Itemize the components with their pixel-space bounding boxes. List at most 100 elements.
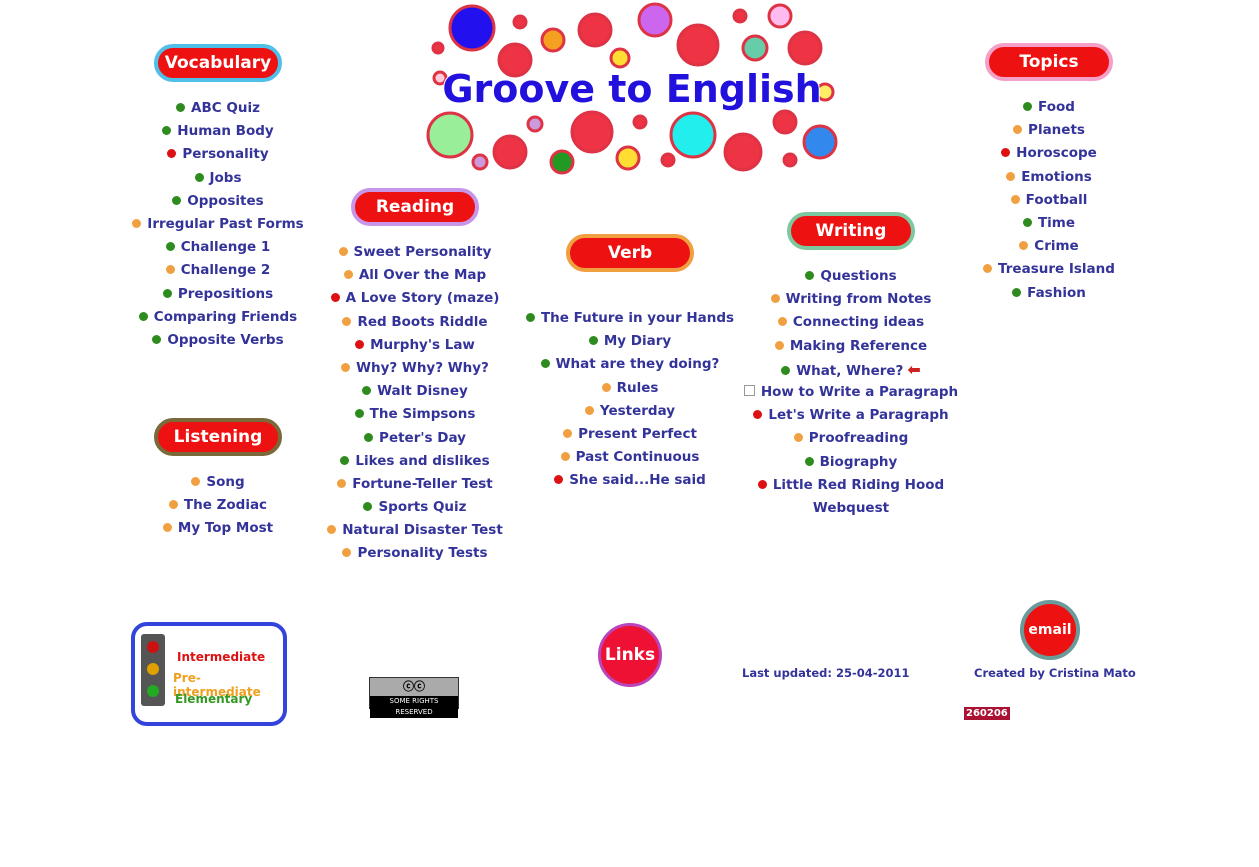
reading-button[interactable]: Reading <box>351 188 479 226</box>
level-dot-icon <box>342 548 352 558</box>
level-dot-icon <box>162 288 172 298</box>
list-item[interactable]: My Top Most <box>98 517 338 540</box>
list-item[interactable]: Rules <box>510 377 750 400</box>
list-item[interactable]: Present Perfect <box>510 423 750 446</box>
list-item[interactable]: Fashion <box>929 282 1169 305</box>
item-label: Fashion <box>1027 284 1086 301</box>
item-label: Crime <box>1034 238 1079 255</box>
list-item[interactable]: The Future in your Hands <box>510 307 750 330</box>
level-dot-icon <box>364 432 374 442</box>
item-label: Natural Disaster Test <box>342 522 503 539</box>
item-label: Challenge 2 <box>180 262 271 279</box>
item-label: Irregular Past Forms <box>147 215 304 232</box>
item-label: Jobs <box>209 169 242 186</box>
vocabulary-button[interactable]: Vocabulary <box>154 44 282 82</box>
item-label: Prepositions <box>177 285 274 302</box>
item-label: Yesterday <box>599 402 676 419</box>
level-dot-icon <box>138 311 148 321</box>
list-item[interactable]: Personality Tests <box>295 542 535 565</box>
level-dot-icon <box>342 316 352 326</box>
item-label: Present Perfect <box>578 425 697 442</box>
traffic-light-icon <box>141 634 165 706</box>
level-dot-icon <box>588 336 598 346</box>
item-label: Food <box>1038 99 1075 115</box>
level-dot-icon <box>1010 194 1020 204</box>
item-label: What, Where? <box>796 362 904 379</box>
list-item[interactable]: Let's Write a Paragraph <box>731 404 971 427</box>
legend-elementary: Elementary <box>175 692 253 706</box>
list-item[interactable]: Planets <box>929 119 1169 142</box>
level-dot-icon <box>540 359 550 369</box>
list-item[interactable]: Making Reference <box>731 335 971 358</box>
creative-commons-badge[interactable]: ⓒⓒ SOME RIGHTS RESERVED <box>369 677 459 718</box>
list-item[interactable]: Little Red Riding Hood Webquest <box>756 474 946 520</box>
level-dot-icon <box>1022 217 1032 227</box>
list-item[interactable]: What, Where? ⬅ <box>731 358 971 381</box>
list-item[interactable]: She said...He said <box>510 469 750 492</box>
list-item[interactable]: Crime <box>929 235 1169 258</box>
links-button[interactable]: Links <box>598 623 662 687</box>
list-item[interactable]: Proofreading <box>731 427 971 450</box>
item-label: Personality <box>182 146 269 163</box>
level-dot-icon <box>354 409 364 419</box>
list-item[interactable]: Walt Disney <box>295 380 535 403</box>
writing-button[interactable]: Writing <box>787 212 915 250</box>
item-label: Fortune-Teller Test <box>352 475 493 492</box>
column-listening: Listening Song The Zodiac My Top Most <box>98 418 338 541</box>
list-item[interactable]: How to Write a Paragraph <box>731 381 971 404</box>
column-verb-quizzes: Verb Quizzes The Future in your Hands My D… <box>510 234 750 493</box>
level-dot-icon <box>167 149 177 159</box>
item-label: Walt Disney <box>377 383 468 400</box>
list-item[interactable]: Red Boots Riddle <box>295 311 535 334</box>
list-item[interactable]: Biography <box>731 451 971 474</box>
list-item[interactable]: Why? Why? Why? <box>295 357 535 380</box>
list-item[interactable]: Food <box>929 96 1169 119</box>
verb-quizzes-button[interactable]: Verb Quizzes <box>566 234 694 293</box>
topics-button[interactable]: Topics <box>985 43 1113 81</box>
listening-button[interactable]: Listening <box>154 418 282 456</box>
list-item[interactable]: Song <box>98 471 338 494</box>
list-item[interactable]: ABC Quiz <box>98 97 338 120</box>
list-item[interactable]: Personality <box>98 143 338 166</box>
level-dot-icon <box>804 456 814 466</box>
level-dot-icon <box>563 428 573 438</box>
list-item[interactable]: Sweet Personality <box>295 241 535 264</box>
item-label: Opposites <box>187 192 264 209</box>
cc-icon: ⓒⓒ <box>403 680 425 693</box>
item-label: Football <box>1025 191 1088 208</box>
list-item[interactable]: Jobs <box>98 167 338 190</box>
list-item[interactable]: A Love Story (maze) <box>295 287 535 310</box>
list-item[interactable]: Emotions <box>929 166 1169 189</box>
level-dot-icon <box>1013 125 1023 135</box>
item-label: Making Reference <box>789 337 928 354</box>
list-item[interactable]: Time <box>929 212 1169 235</box>
list-item[interactable]: All Over the Map <box>295 264 535 287</box>
list-item[interactable]: Treasure Island <box>929 258 1169 281</box>
list-item[interactable]: Yesterday <box>510 400 750 423</box>
list-item[interactable]: Football <box>929 189 1169 212</box>
visitor-counter: 260206 <box>964 707 1010 720</box>
item-label: Connecting ideas <box>792 314 925 331</box>
level-dot-icon <box>777 317 787 327</box>
logo: Groove to English <box>426 2 838 175</box>
email-button[interactable]: email <box>1020 600 1080 660</box>
item-label: The Simpsons <box>369 406 476 423</box>
level-dot-icon <box>363 502 373 512</box>
item-label: Let's Write a Paragraph <box>768 407 949 424</box>
list-item[interactable]: Horoscope <box>929 142 1169 165</box>
list-item[interactable]: Connecting ideas <box>731 311 971 334</box>
item-label: Red Boots Riddle <box>357 313 488 330</box>
item-label: Horoscope <box>1016 145 1097 162</box>
list-item[interactable]: The Zodiac <box>98 494 338 517</box>
item-label: Personality Tests <box>357 545 488 562</box>
list-item[interactable]: Past Continuous <box>510 446 750 469</box>
list-item[interactable]: What are they doing? <box>510 353 750 376</box>
created-by: Created by Cristina Mato <box>974 666 1136 680</box>
item-label: My Diary <box>603 333 672 350</box>
list-item[interactable]: Murphy's Law <box>295 334 535 357</box>
list-item[interactable]: Human Body <box>98 120 338 143</box>
item-label: Emotions <box>1021 168 1092 185</box>
item-label: Writing from Notes <box>785 291 932 308</box>
item-label: Questions <box>820 268 897 284</box>
list-item[interactable]: My Diary <box>510 330 750 353</box>
